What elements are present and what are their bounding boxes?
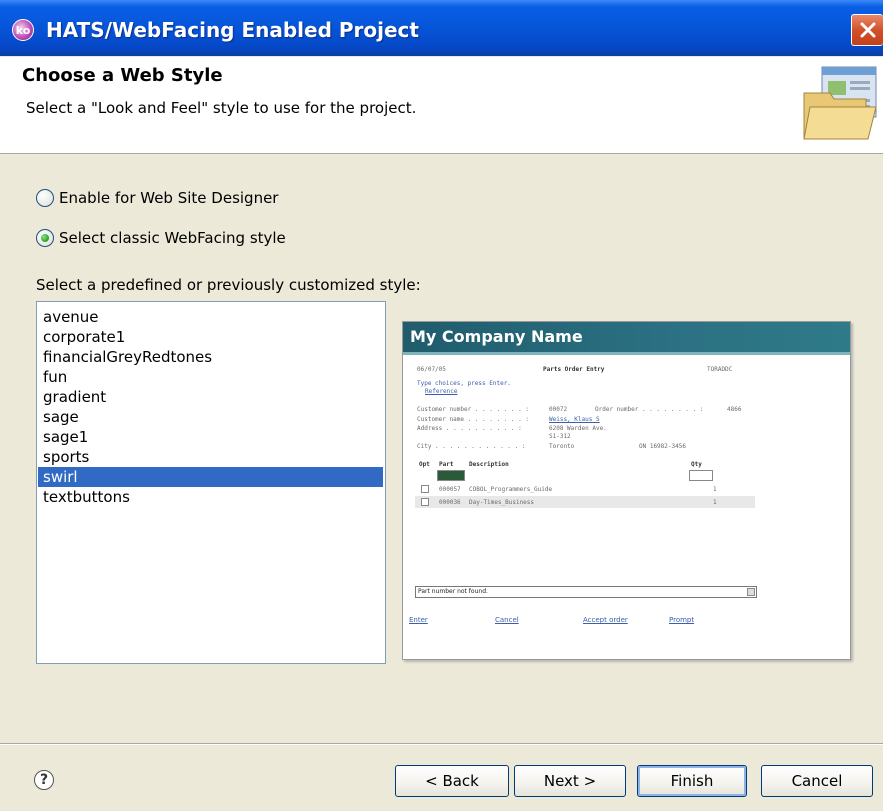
classic-style-label: Select classic WebFacing style [59,229,286,247]
preview-reference-link: Reference [425,388,458,395]
preview-row-description: Day-Times_Business [469,499,535,506]
folder-window-icon [803,66,877,140]
title-bar: ko HATS/WebFacing Enabled Project [0,0,883,56]
app-icon: ko [12,19,34,41]
preview-link-cancel: Cancel [495,616,519,624]
web-site-designer-radio[interactable] [36,189,54,207]
preview-customer-name-value: Weiss, Klaus S [549,416,600,423]
wizard-header: Choose a Web Style Select a "Look and Fe… [0,57,883,154]
wizard-content: Enable for Web Site Designer Select clas… [0,155,883,743]
style-item-sage1[interactable]: sage1 [38,427,383,447]
style-preview: My Company Name 06/07/05 Parts Order Ent… [402,321,851,660]
web-site-designer-option[interactable]: Enable for Web Site Designer [36,189,278,207]
preview-address-line2: S1-312 [549,433,571,440]
close-icon [860,22,875,38]
style-item-corporate1[interactable]: corporate1 [38,327,383,347]
preview-banner-bar [403,352,850,355]
preview-row-description: COBOL_Programmers_Guide [469,486,553,493]
button-bar-separator [0,743,883,745]
window-title: HATS/WebFacing Enabled Project [46,18,419,42]
style-item-sage[interactable]: sage [38,407,383,427]
preview-customer-number-value: 00072 [549,406,568,413]
cancel-button[interactable]: Cancel [761,765,873,797]
preview-col-part: Part [439,461,454,468]
preview-row-checkbox [421,485,429,493]
style-item-swirl[interactable]: swirl [38,467,383,487]
style-item-fun[interactable]: fun [38,367,383,387]
next-button[interactable]: Next > [514,765,626,797]
preview-part-input [437,470,465,481]
preview-customer-number-label: Customer number . . . . . . . : [417,406,529,413]
classic-style-option[interactable]: Select classic WebFacing style [36,229,286,247]
preview-address-label: Address . . . . . . . . . . : [417,425,522,432]
style-item-avenue[interactable]: avenue [38,307,383,327]
preview-screen-title: Parts Order Entry [543,366,605,373]
preview-order-number-label: Order number . . . . . . . . : [595,406,704,413]
preview-customer-name-label: Customer name . . . . . . . . : [417,416,529,423]
preview-col-qty: Qty [691,461,702,468]
style-item-gradient[interactable]: gradient [38,387,383,407]
preview-program-id: TORADDC [707,366,733,373]
help-icon[interactable]: ? [34,770,54,790]
style-list[interactable]: avenue corporate1 financialGreyRedtones … [36,301,386,664]
preview-row-part: 000057 [439,486,461,493]
preview-col-opt: Opt [419,461,430,468]
preview-link-accept-order: Accept order [583,616,628,624]
preview-link-enter: Enter [409,616,428,624]
preview-city-value: Toronto [549,443,575,450]
back-button[interactable]: < Back [395,765,509,797]
style-list-caption: Select a predefined or previously custom… [36,276,421,294]
page-title: Choose a Web Style [22,65,223,86]
preview-message-arrow-icon [747,588,755,596]
style-item-financialgreyredtones[interactable]: financialGreyRedtones [38,347,383,367]
preview-address-line1: 6208 Warden Ave. [549,425,607,432]
preview-row-checkbox [421,498,429,506]
preview-row-highlight [415,496,755,508]
web-site-designer-label: Enable for Web Site Designer [59,189,279,207]
preview-link-prompt: Prompt [669,616,695,624]
preview-row-qty: 1 [713,499,717,506]
finish-button[interactable]: Finish [637,765,747,797]
close-button[interactable] [851,14,883,46]
preview-instructions: Type choices, press Enter. [417,380,511,387]
preview-company-banner: My Company Name [403,322,850,352]
preview-date: 06/07/05 [417,366,446,373]
style-item-sports[interactable]: sports [38,447,383,467]
style-item-textbuttons[interactable]: textbuttons [38,487,383,507]
preview-message-box: Part number not found. [415,586,757,598]
preview-row-qty: 1 [713,486,717,493]
preview-order-number-value: 4866 [727,406,742,413]
preview-col-description: Description [469,461,509,468]
preview-province-postal: ON 16982-3456 [639,443,686,450]
preview-message-text: Part number not found. [418,588,488,595]
preview-row-part: 000036 [439,499,461,506]
preview-city-label: City . . . . . . . . . . . . : [417,443,526,450]
preview-qty-input [689,470,713,481]
classic-style-radio[interactable] [36,229,54,247]
page-description: Select a "Look and Feel" style to use fo… [26,99,417,117]
